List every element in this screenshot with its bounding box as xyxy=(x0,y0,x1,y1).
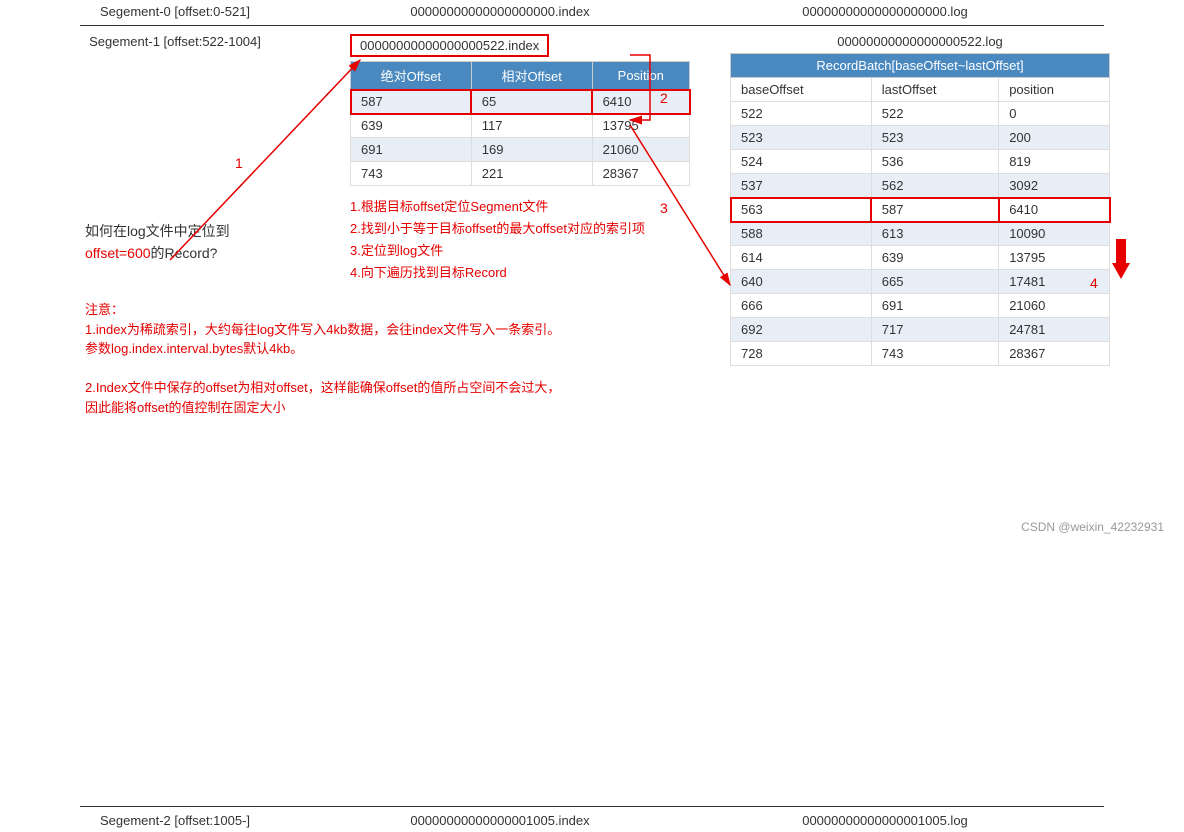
index-header-abs: 绝对Offset xyxy=(351,62,472,90)
log-row-10: 72874328367 xyxy=(731,342,1110,366)
index-table: 绝对Offset 相对Offset Position 587 65 6410 6… xyxy=(350,61,690,186)
log-row-9: 69271724781 xyxy=(731,318,1110,342)
log-table: RecordBatch[baseOffset~lastOffset] baseO… xyxy=(730,53,1110,366)
question-offset: offset=600 xyxy=(85,245,151,261)
step-4: 4.向下遍历找到目标Record xyxy=(350,262,690,284)
segment-1-index: 00000000000000000522.index xyxy=(350,34,549,57)
segment-1-log: 00000000000000000522.log xyxy=(730,34,1110,49)
down-arrow-icon xyxy=(1112,239,1130,286)
segment-0-row: Segement-0 [offset:0-521] 00000000000000… xyxy=(0,0,1184,23)
log-row-6: 61463913795 xyxy=(731,246,1110,270)
index-row-3: 743 221 28367 xyxy=(351,162,690,186)
segment-2-index: 00000000000000001005.index xyxy=(350,813,650,828)
log-row-5: 58861310090 xyxy=(731,222,1110,246)
log-row-2: 524536819 xyxy=(731,150,1110,174)
label-3: 3 xyxy=(660,200,668,216)
log-row-8: 66669121060 xyxy=(731,294,1110,318)
index-row-0: 587 65 6410 xyxy=(351,90,690,114)
log-row-3: 5375623092 xyxy=(731,174,1110,198)
segment-2-log: 00000000000000001005.log xyxy=(710,813,1060,828)
segment-0-log: 00000000000000000000.log xyxy=(710,4,1060,19)
question-block: 如何在log文件中定位到 offset=600的Record? xyxy=(85,220,230,265)
watermark: CSDN @weixin_42232931 xyxy=(1021,520,1164,534)
log-row-0: 5225220 xyxy=(731,102,1110,126)
segment-2-row: Segement-2 [offset:1005-] 00000000000000… xyxy=(0,809,1184,832)
segment-0-index: 00000000000000000000.index xyxy=(350,4,650,19)
log-subheader: baseOffset lastOffset position xyxy=(731,78,1110,102)
note-1a: 1.index为稀疏索引，大约每往log文件写入4kb数据，会往index文件写… xyxy=(85,320,685,340)
note-1b: 参数log.index.interval.bytes默认4kb。 xyxy=(85,339,685,359)
index-row-1: 639 117 13795 xyxy=(351,114,690,138)
log-row-7: 64066517481 xyxy=(731,270,1110,294)
note-2b: 因此能将offset的值控制在固定大小 xyxy=(85,398,685,418)
label-1: 1 xyxy=(235,155,243,171)
step-1: 1.根据目标offset定位Segment文件 xyxy=(350,196,690,218)
label-4: 4 xyxy=(1090,275,1098,291)
segment-0-label: Segement-0 [offset:0-521] xyxy=(0,4,350,19)
log-row-1: 523523200 xyxy=(731,126,1110,150)
question-line2b: 的Record? xyxy=(151,245,218,261)
index-header-rel: 相对Offset xyxy=(471,62,592,90)
log-header: RecordBatch[baseOffset~lastOffset] xyxy=(731,54,1110,78)
log-row-4: 5635876410 xyxy=(731,198,1110,222)
segment-2-label: Segement-2 [offset:1005-] xyxy=(0,813,350,828)
step-3: 3.定位到log文件 xyxy=(350,240,690,262)
index-header-pos: Position xyxy=(592,62,689,90)
divider-1 xyxy=(80,806,1104,807)
segment-1-label: Segement-1 [offset:522-1004] xyxy=(0,34,350,49)
notes-title: 注意： xyxy=(85,300,685,320)
question-line1: 如何在log文件中定位到 xyxy=(85,220,230,242)
step-2: 2.找到小于等于目标offset的最大offset对应的索引项 xyxy=(350,218,690,240)
index-row-2: 691 169 21060 xyxy=(351,138,690,162)
notes-block: 注意： 1.index为稀疏索引，大约每往log文件写入4kb数据，会往inde… xyxy=(85,300,685,417)
label-2: 2 xyxy=(660,90,668,106)
steps-list: 1.根据目标offset定位Segment文件 2.找到小于等于目标offset… xyxy=(350,196,690,284)
note-2a: 2.Index文件中保存的offset为相对offset，这样能确保offset… xyxy=(85,378,685,398)
divider-0 xyxy=(80,25,1104,26)
